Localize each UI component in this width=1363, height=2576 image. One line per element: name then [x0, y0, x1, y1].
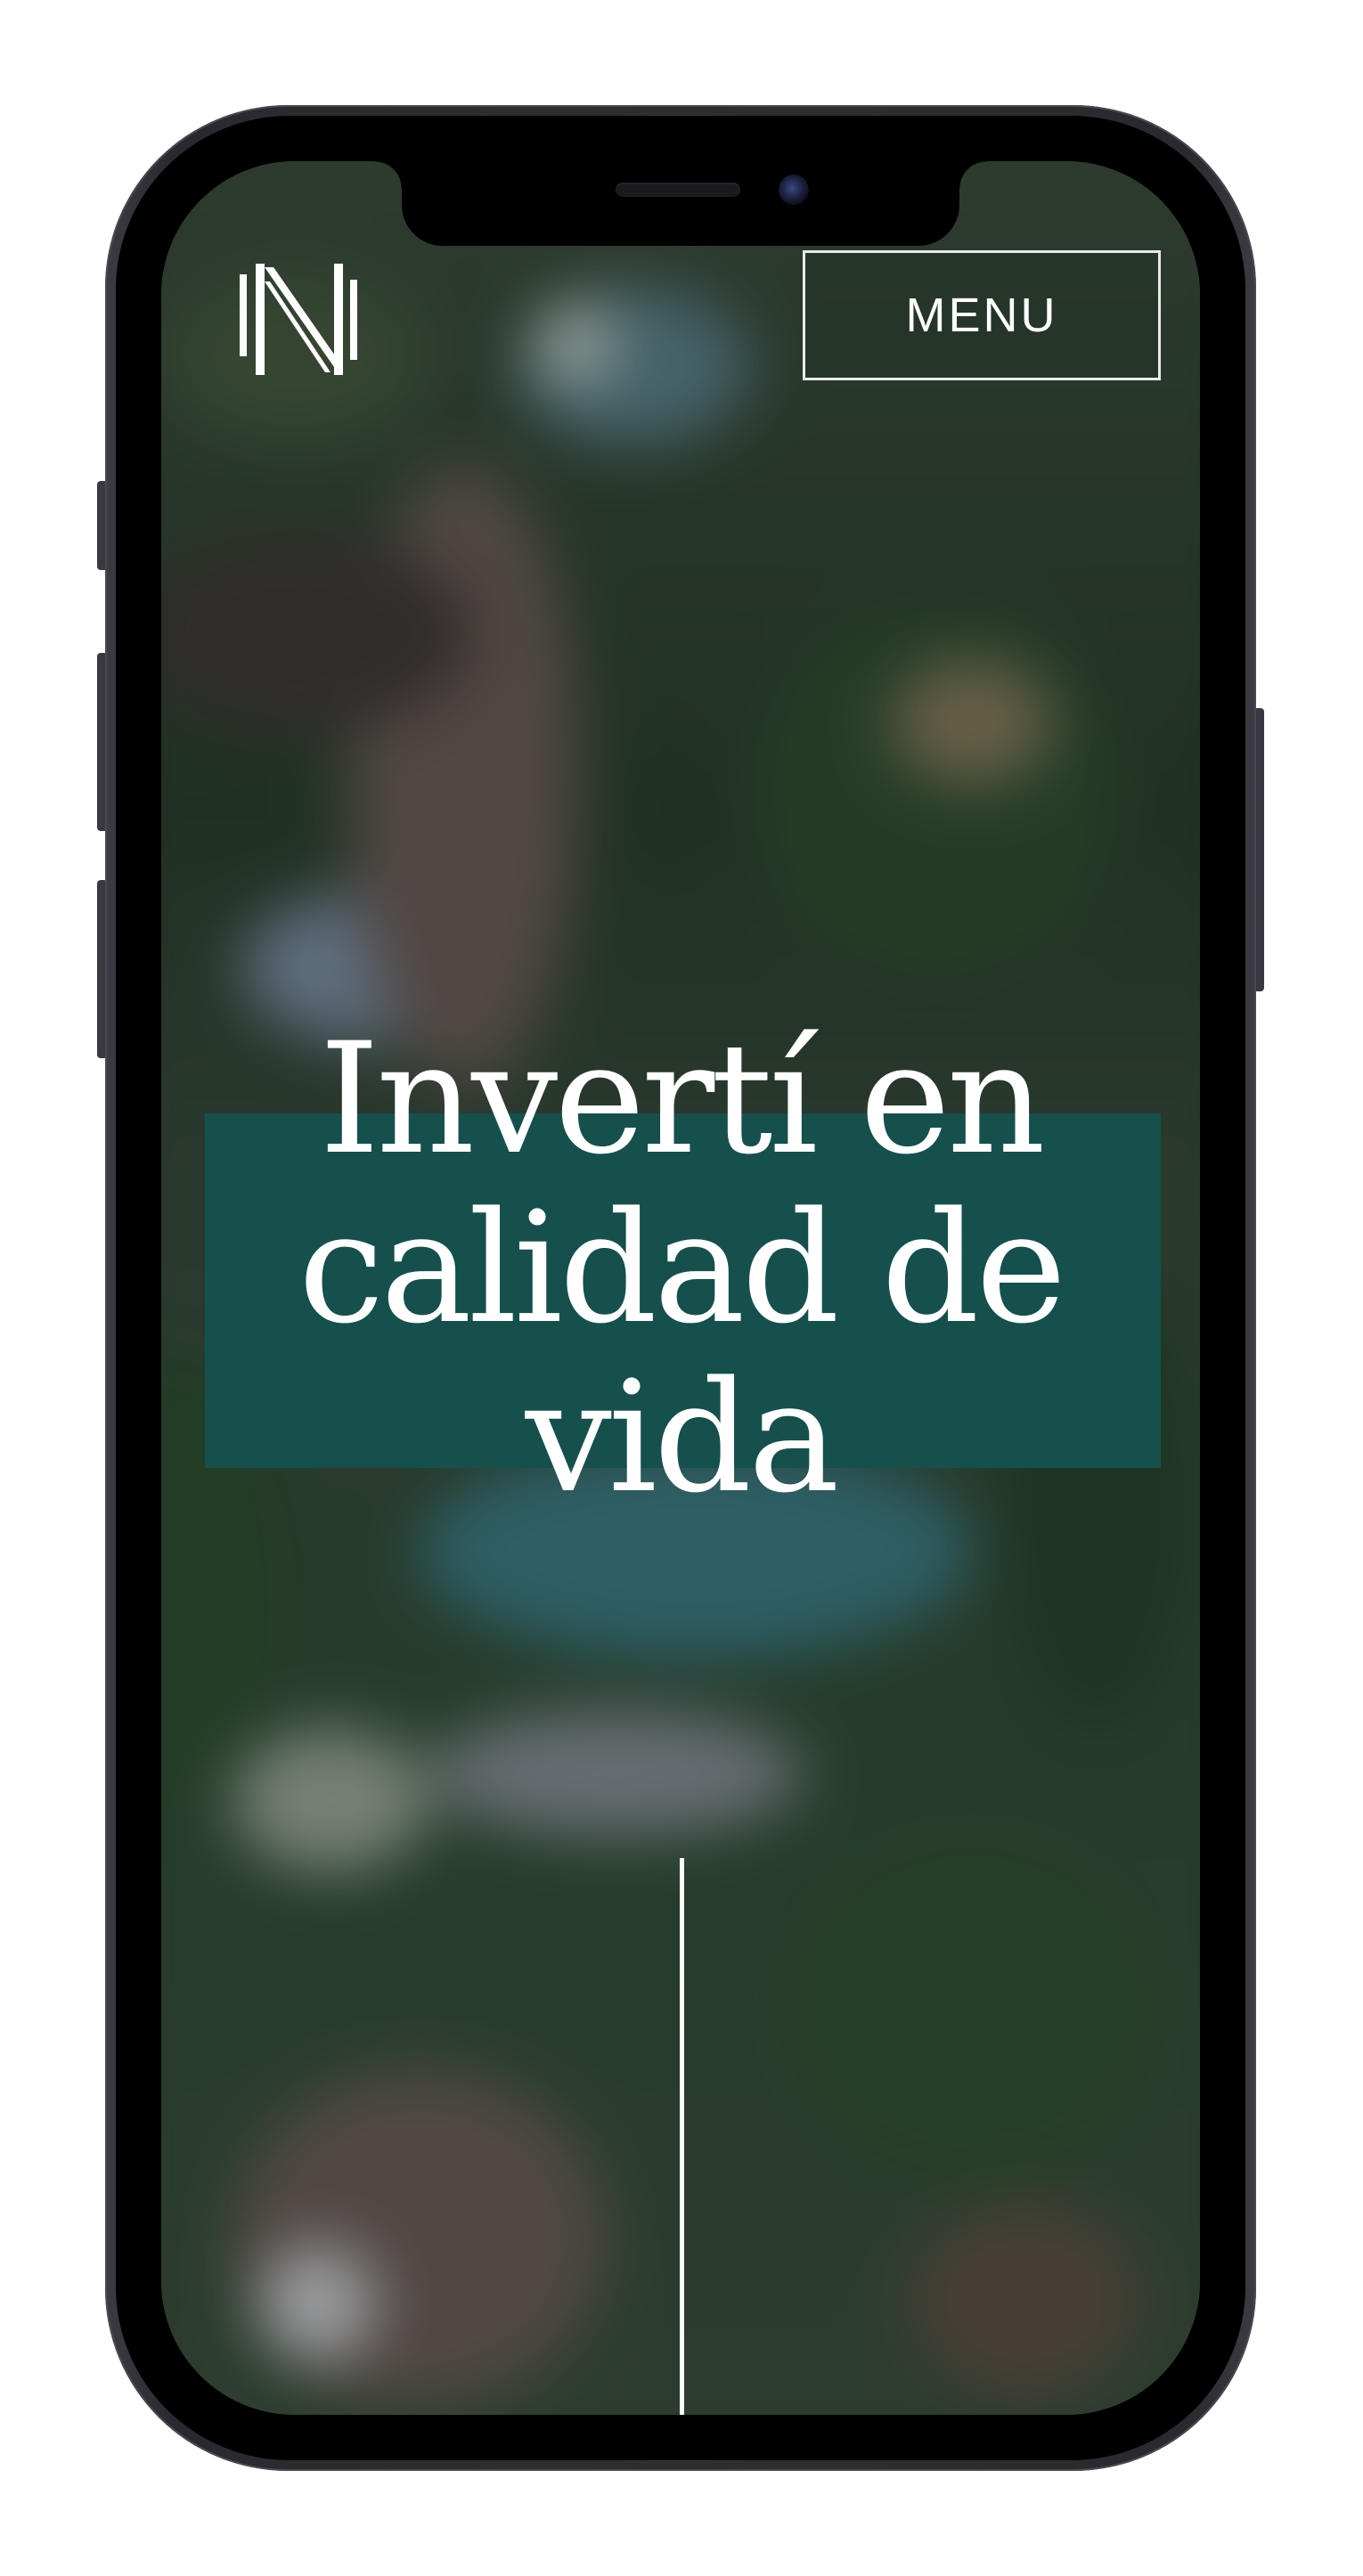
scroll-indicator-line — [680, 1858, 684, 2415]
front-camera — [779, 175, 809, 205]
menu-button[interactable]: MENU — [803, 250, 1161, 380]
phone-notch — [375, 161, 986, 246]
earpiece-speaker — [616, 183, 740, 197]
brand-logo-svg — [240, 264, 357, 375]
phone-screen: MENU Invertí en calidad de vida — [161, 161, 1200, 2415]
hero-title: Invertí en calidad de vida — [298, 1009, 1066, 1527]
mockup-stage: MENU Invertí en calidad de vida — [0, 0, 1363, 2576]
brand-monogram-icon[interactable] — [234, 264, 359, 379]
